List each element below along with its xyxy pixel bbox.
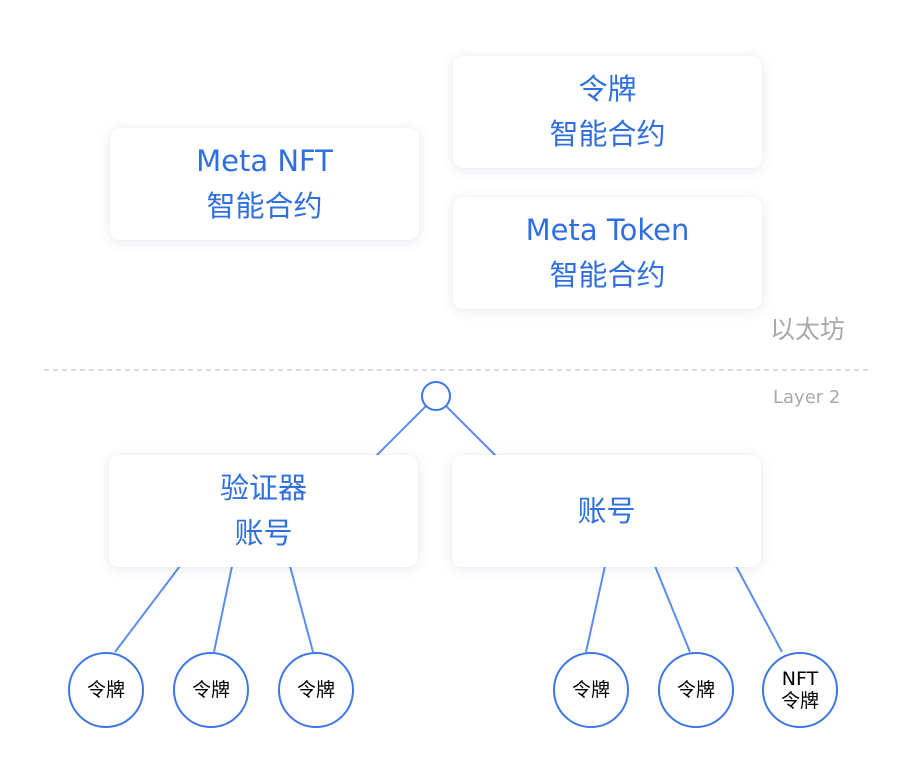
nft-token-label-bottom: 令牌 — [780, 690, 819, 712]
validator-token-1: 令牌 — [68, 652, 144, 728]
layer2-label: Layer 2 — [773, 387, 841, 408]
token-contract-subtitle: 智能合约 — [549, 117, 666, 151]
meta-token-contract-subtitle: 智能合约 — [549, 258, 666, 292]
account-card: 账号 — [452, 455, 761, 567]
account-token-1-edge — [585, 565, 606, 653]
account-nft-token: NFT 令牌 — [762, 652, 838, 728]
validator-account-card: 验证器 账号 — [109, 455, 418, 567]
account-nft-token-edge — [735, 565, 783, 653]
ethereum-layer-label: 以太坊 — [770, 315, 846, 344]
account-token-2: 令牌 — [658, 652, 734, 728]
token-label: 令牌 — [191, 679, 230, 701]
validator-token-1-edge — [114, 565, 181, 653]
meta-nft-contract-card: Meta NFT 智能合约 — [110, 128, 419, 240]
validator-account-title: 验证器 — [219, 471, 307, 505]
validator-account-subtitle: 账号 — [234, 516, 293, 550]
meta-nft-contract-subtitle: 智能合约 — [206, 189, 323, 223]
validator-token-3: 令牌 — [278, 652, 354, 728]
account-title: 账号 — [577, 493, 636, 528]
token-label: 令牌 — [86, 679, 125, 701]
nft-token-label-top: NFT — [781, 668, 819, 690]
token-contract-card: 令牌 智能合约 — [453, 56, 762, 168]
token-label: 令牌 — [296, 679, 335, 701]
token-label: 令牌 — [571, 679, 610, 701]
meta-token-contract-card: Meta Token 智能合约 — [453, 197, 762, 309]
layer2-root-node — [421, 381, 451, 411]
validator-token-2-edge — [213, 565, 233, 653]
account-token-2-edge — [654, 565, 691, 653]
root-to-account-edge — [445, 405, 497, 457]
token-label: 令牌 — [676, 679, 715, 701]
validator-token-3-edge — [289, 565, 314, 653]
root-to-validator-edge — [375, 405, 427, 457]
token-contract-title: 令牌 — [578, 72, 637, 106]
meta-token-contract-title: Meta Token — [525, 213, 690, 247]
meta-nft-contract-title: Meta NFT — [196, 144, 333, 178]
validator-token-2: 令牌 — [173, 652, 249, 728]
account-token-1: 令牌 — [553, 652, 629, 728]
